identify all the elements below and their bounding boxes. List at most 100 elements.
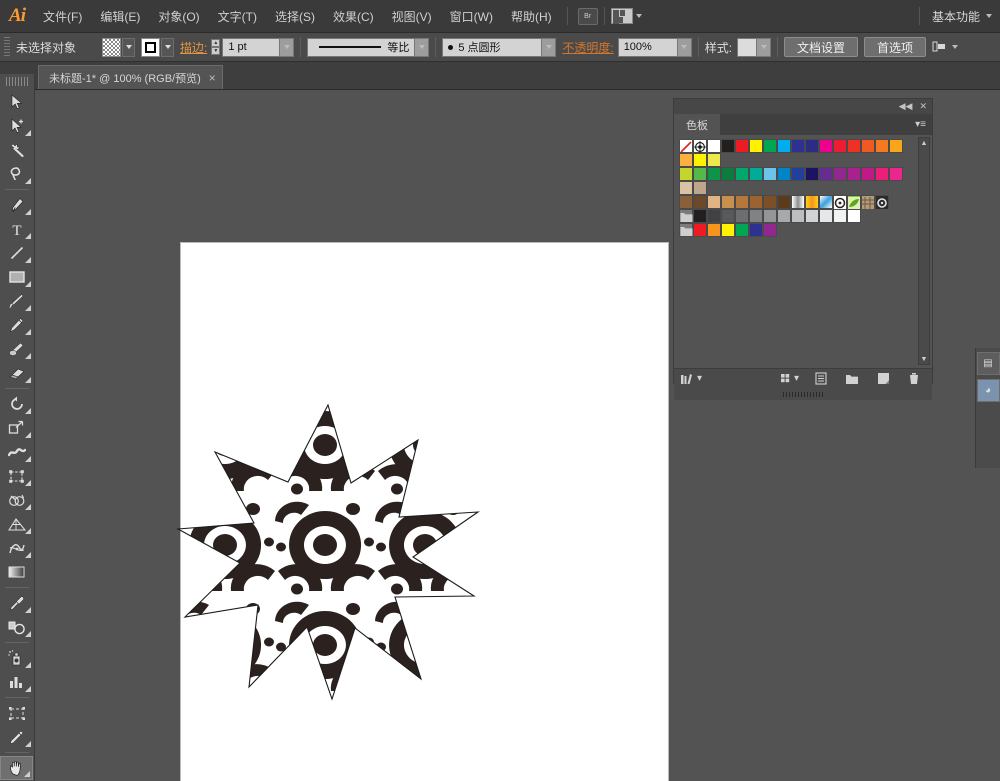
swatch-63[interactable] (791, 209, 805, 223)
scroll-down-icon[interactable]: ▼ (919, 354, 929, 364)
tools-panel-grip[interactable] (6, 77, 28, 86)
swatch-57[interactable] (707, 209, 721, 223)
document-setup-button[interactable]: 文档设置 (784, 37, 859, 57)
menu-help[interactable]: 帮助(H) (502, 0, 561, 33)
graphic-style-dropdown[interactable] (757, 37, 772, 57)
dock-panel-icon-2[interactable]: ◕ (976, 379, 1000, 402)
menu-file[interactable]: 文件(F) (34, 0, 91, 33)
scale-tool[interactable] (0, 416, 33, 440)
swatch-58[interactable] (721, 209, 735, 223)
stroke-weight-combo[interactable]: 1 pt (222, 37, 295, 57)
new-swatch-button[interactable] (877, 372, 890, 385)
width-tool[interactable] (0, 440, 33, 464)
swatch-39[interactable] (679, 195, 693, 209)
stroke-swatch-control[interactable] (141, 37, 174, 57)
swatch-47[interactable] (791, 195, 805, 209)
dock-panel-icon-1[interactable]: ▤ (976, 352, 1000, 375)
swatch-41[interactable] (707, 195, 721, 209)
align-options-button[interactable] (932, 40, 959, 54)
swatch-26[interactable] (763, 167, 777, 181)
swatch-29[interactable] (805, 167, 819, 181)
magic-wand-tool[interactable] (0, 138, 33, 162)
swatch-6[interactable] (763, 139, 777, 153)
delete-swatch-button[interactable] (908, 372, 920, 385)
right-dock-strip[interactable]: ▤ ◕ (975, 348, 1000, 468)
swatch-16[interactable] (679, 153, 693, 167)
swatch-73[interactable] (735, 223, 749, 237)
swatch-36[interactable] (679, 181, 693, 195)
swatch-52[interactable] (861, 195, 875, 209)
graphic-style-combo[interactable] (737, 37, 772, 57)
menu-edit[interactable]: 编辑(E) (91, 0, 149, 33)
swatch-13[interactable] (861, 139, 875, 153)
swatch-61[interactable] (763, 209, 777, 223)
opacity-label[interactable]: 不透明度: (562, 39, 613, 56)
symbol-sprayer-tool[interactable] (0, 646, 33, 670)
swatch-10[interactable] (819, 139, 833, 153)
swatch-options-button[interactable] (815, 372, 827, 385)
swatch-65[interactable] (819, 209, 833, 223)
swatch-2[interactable] (707, 139, 721, 153)
swatch-23[interactable] (721, 167, 735, 181)
swatch-8[interactable] (791, 139, 805, 153)
swatch-11[interactable] (833, 139, 847, 153)
type-tool[interactable]: T (0, 217, 33, 241)
brush-definition-combo[interactable]: 5 点圆形 (442, 37, 557, 57)
menu-window[interactable]: 窗口(W) (441, 0, 502, 33)
shape-builder-tool[interactable] (0, 488, 33, 512)
swatch-33[interactable] (861, 167, 875, 181)
free-transform-tool[interactable] (0, 464, 33, 488)
eraser-tool[interactable] (0, 361, 33, 385)
document-tab[interactable]: 未标题-1* @ 100% (RGB/预览) × (38, 65, 223, 89)
rectangle-tool[interactable] (0, 265, 33, 289)
menu-type[interactable]: 文字(T) (209, 0, 266, 33)
swatch-9[interactable] (805, 139, 819, 153)
swatch-74[interactable] (749, 223, 763, 237)
stepper-down-icon[interactable]: ▼ (211, 47, 221, 55)
swatch-31[interactable] (833, 167, 847, 181)
swatch-22[interactable] (707, 167, 721, 181)
swatch-46[interactable] (777, 195, 791, 209)
swatch-5[interactable] (749, 139, 763, 153)
brush-definition-value[interactable]: 5 点圆形 (442, 37, 543, 57)
menu-view[interactable]: 视图(V) (383, 0, 441, 33)
rotate-tool[interactable] (0, 392, 33, 416)
collapse-panel-icon[interactable]: ◀◀ (899, 101, 913, 112)
blob-brush-tool[interactable] (0, 337, 33, 361)
scroll-up-icon[interactable]: ▲ (919, 138, 929, 148)
swatch-69[interactable] (679, 223, 693, 237)
swatch-1[interactable] (693, 139, 707, 153)
swatch-25[interactable] (749, 167, 763, 181)
blend-tool[interactable] (0, 615, 33, 639)
line-segment-tool[interactable] (0, 241, 33, 265)
menu-effect[interactable]: 效果(C) (324, 0, 383, 33)
arrange-documents-button[interactable] (610, 8, 642, 24)
swatch-18[interactable] (707, 153, 721, 167)
eyedropper-tool[interactable] (0, 591, 33, 615)
stroke-swatch[interactable] (141, 37, 160, 57)
swatch-28[interactable] (791, 167, 805, 181)
selection-tool[interactable] (0, 90, 33, 114)
swatch-30[interactable] (819, 167, 833, 181)
swatch-17[interactable] (693, 153, 707, 167)
gradient-tool[interactable] (0, 560, 33, 584)
swatch-4[interactable] (735, 139, 749, 153)
swatch-45[interactable] (763, 195, 777, 209)
swatch-15[interactable] (889, 139, 903, 153)
new-color-group-button[interactable] (845, 373, 859, 385)
artboard[interactable] (176, 242, 669, 781)
swatch-51[interactable] (847, 195, 861, 209)
tab-swatches[interactable]: 色板 (674, 114, 720, 135)
slice-tool[interactable] (0, 725, 33, 749)
panel-menu-icon[interactable]: ▾≡ (915, 114, 932, 135)
swatch-24[interactable] (735, 167, 749, 181)
stroke-profile-dropdown[interactable] (415, 37, 430, 57)
swatch-50[interactable] (833, 195, 847, 209)
stroke-weight-dropdown[interactable] (280, 37, 295, 57)
bridge-icon[interactable]: Br (577, 7, 598, 25)
swatch-56[interactable] (693, 209, 707, 223)
workspace-switcher[interactable]: 基本功能 (913, 7, 1000, 25)
swatch-20[interactable] (679, 167, 693, 181)
swatch-59[interactable] (735, 209, 749, 223)
swatches-panel-resize-grip[interactable] (674, 388, 932, 400)
